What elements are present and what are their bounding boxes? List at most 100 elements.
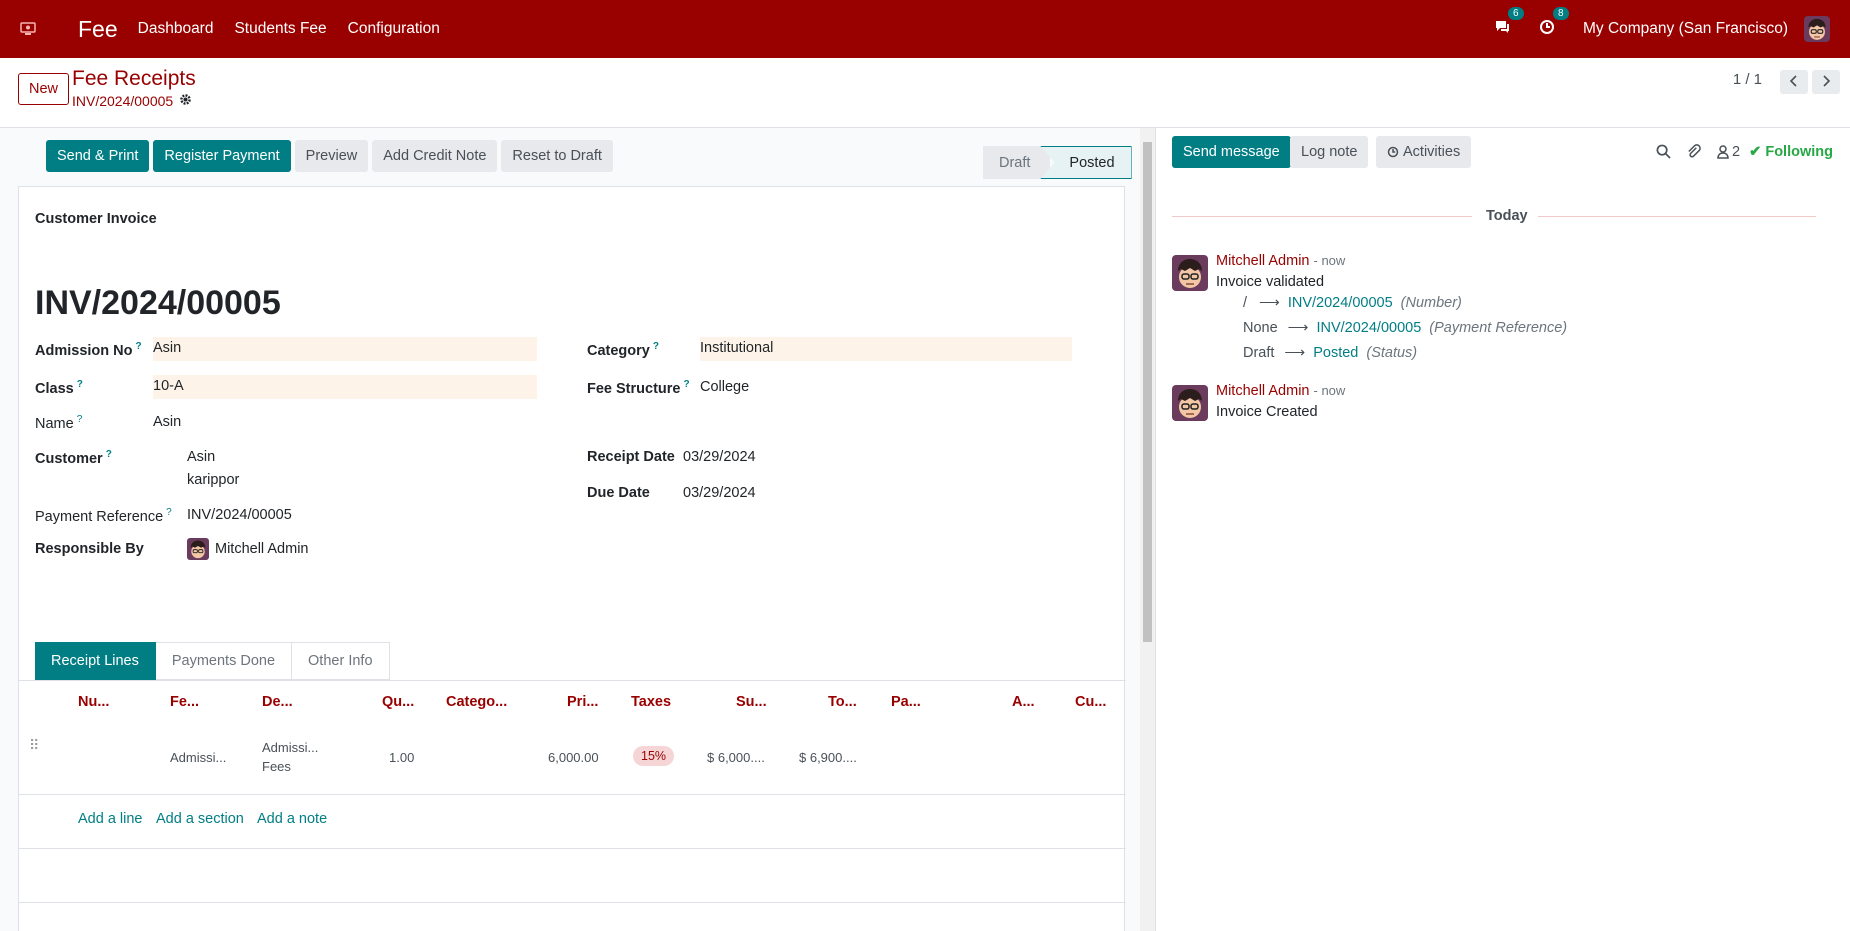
company-switcher[interactable]: My Company (San Francisco) (1583, 20, 1788, 38)
app-name[interactable]: Fee (78, 16, 118, 43)
register-payment-button[interactable]: Register Payment (153, 140, 291, 172)
date-divider (1172, 216, 1472, 217)
row-divider (19, 848, 1126, 849)
tracking-value: None ⟶ INV/2024/00005 (Payment Reference… (1243, 320, 1568, 336)
preview-button[interactable]: Preview (294, 140, 369, 172)
activities-label: Activities (1403, 144, 1461, 160)
column-description[interactable]: De... (262, 694, 293, 710)
column-payment[interactable]: Pa... (891, 694, 921, 710)
row-total: $ 6,900.... (799, 750, 857, 765)
tax-badge[interactable]: 15% (633, 746, 675, 766)
avatar[interactable] (1172, 255, 1208, 291)
messaging-button[interactable]: 6 (1494, 7, 1524, 39)
chat-icon (1494, 19, 1511, 39)
pager-next-button[interactable] (1812, 70, 1840, 94)
column-amount[interactable]: A... (1012, 694, 1035, 710)
row-quantity[interactable]: 1.00 (389, 750, 414, 765)
column-quantity[interactable]: Qu... (382, 694, 414, 710)
payment-reference-field[interactable]: INV/2024/00005 (187, 507, 292, 523)
stage-draft[interactable]: Draft (983, 146, 1051, 179)
add-section-link[interactable]: Add a section (156, 811, 244, 827)
add-credit-note-button[interactable]: Add Credit Note (372, 140, 498, 172)
search-icon[interactable] (1656, 144, 1671, 159)
breadcrumb-record: INV/2024/00005 (72, 93, 192, 109)
check-icon: ✔ (1749, 144, 1762, 160)
followers-button[interactable]: 2 (1717, 144, 1740, 160)
admission-no-field[interactable]: Asin (153, 337, 537, 361)
column-currency[interactable]: Cu... (1075, 694, 1106, 710)
help-icon: ? (652, 341, 659, 352)
customer-name[interactable]: Asin (187, 449, 215, 465)
responsible-by-label: Responsible By (35, 541, 144, 557)
responsible-by-field[interactable]: Mitchell Admin (187, 538, 308, 560)
tab-payments-done[interactable]: Payments Done (155, 642, 293, 680)
category-field[interactable]: Institutional (700, 337, 1072, 361)
document-type: Customer Invoice (35, 211, 157, 227)
column-price[interactable]: Pri... (567, 694, 598, 710)
column-taxes[interactable]: Taxes (631, 694, 671, 710)
pager-previous-button[interactable] (1780, 70, 1808, 94)
reset-to-draft-button[interactable]: Reset to Draft (501, 140, 613, 172)
avatar (187, 538, 209, 560)
tab-receipt-lines[interactable]: Receipt Lines (35, 642, 156, 680)
help-icon: ? (166, 507, 172, 518)
scrollbar-thumb[interactable] (1143, 142, 1152, 642)
menu-students-fee[interactable]: Students Fee (234, 20, 326, 38)
drag-handle-icon[interactable]: ⠿ (29, 737, 39, 754)
send-message-button[interactable]: Send message (1172, 136, 1291, 168)
column-category[interactable]: Catego... (446, 694, 507, 710)
message-time: - now (1313, 383, 1346, 398)
fee-structure-field[interactable]: College (700, 379, 749, 395)
activities-button[interactable]: Activities (1376, 136, 1472, 168)
date-divider (1538, 216, 1816, 217)
menu-dashboard[interactable]: Dashboard (138, 20, 214, 38)
pager-value[interactable]: 1 / 1 (1733, 71, 1762, 88)
new-button[interactable]: New (18, 73, 70, 105)
payment-reference-label: Payment Reference? (35, 507, 172, 525)
menu-configuration[interactable]: Configuration (348, 20, 440, 38)
tracking-value: Draft ⟶ Posted (Status) (1243, 345, 1418, 361)
fee-structure-label: Fee Structure? (587, 379, 690, 397)
message-time: - now (1313, 253, 1346, 268)
followers-count: 2 (1732, 144, 1741, 160)
log-note-button[interactable]: Log note (1290, 136, 1369, 168)
today-label: Today (1486, 208, 1528, 224)
message-author[interactable]: Mitchell Admin - now (1216, 253, 1345, 269)
send-print-button[interactable]: Send & Print (46, 140, 150, 172)
stage-posted[interactable]: Posted (1040, 146, 1132, 179)
following-label: Following (1765, 144, 1833, 160)
due-date-field[interactable]: 03/29/2024 (683, 485, 756, 501)
user-avatar[interactable] (1804, 16, 1830, 42)
record-name: INV/2024/00005 (72, 93, 174, 109)
breadcrumb-fee-receipts[interactable]: Fee Receipts (72, 67, 196, 91)
user-icon (1717, 145, 1729, 159)
name-field[interactable]: Asin (153, 414, 181, 430)
form-view: Send & Print Register Payment Preview Ad… (0, 128, 1155, 931)
paperclip-icon[interactable] (1686, 144, 1701, 159)
gear-icon[interactable] (179, 93, 192, 109)
help-icon: ? (135, 341, 142, 352)
column-total[interactable]: To... (828, 694, 857, 710)
row-price[interactable]: 6,000.00 (548, 750, 599, 765)
add-line-link[interactable]: Add a line (78, 811, 143, 827)
receipt-date-field[interactable]: 03/29/2024 (683, 449, 756, 465)
row-description-line1[interactable]: Admissi... (262, 740, 318, 755)
following-button[interactable]: ✔ Following (1749, 144, 1833, 160)
row-fee[interactable]: Admissi... (170, 750, 226, 765)
column-subtotal[interactable]: Su... (736, 694, 767, 710)
apps-menu-icon[interactable] (0, 0, 56, 58)
form-scrollbar[interactable] (1140, 128, 1155, 931)
add-note-link[interactable]: Add a note (257, 811, 327, 827)
tab-other-info[interactable]: Other Info (292, 642, 390, 680)
customer-address: karippor (187, 472, 240, 488)
row-description-line2[interactable]: Fees (262, 759, 291, 774)
avatar[interactable] (1172, 385, 1208, 421)
admission-no-label: Admission No? (35, 341, 142, 359)
column-number[interactable]: Nu... (78, 694, 109, 710)
message-author[interactable]: Mitchell Admin - now (1216, 383, 1345, 399)
column-fee[interactable]: Fe... (170, 694, 199, 710)
class-field[interactable]: 10-A (153, 375, 537, 399)
receipt-date-label: Receipt Date (587, 449, 675, 465)
chevron-left-icon (1789, 74, 1799, 91)
activities-button[interactable]: 8 (1539, 7, 1569, 39)
